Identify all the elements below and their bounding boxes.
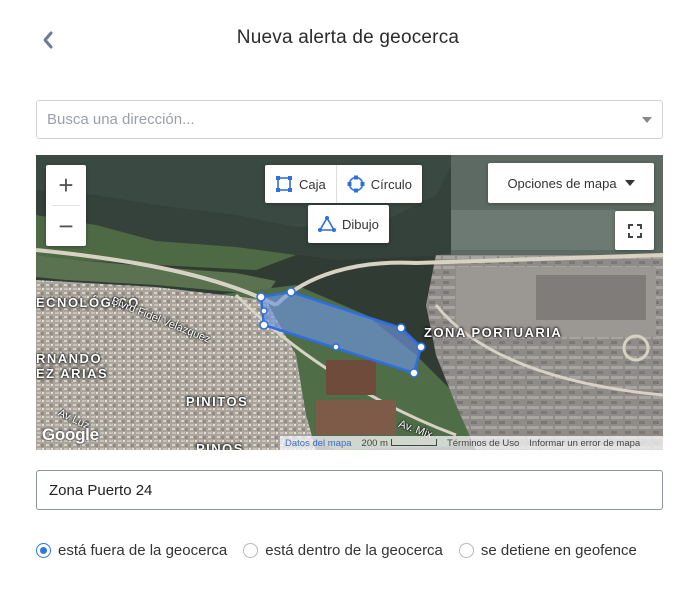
geofence-name-input[interactable] <box>37 471 647 509</box>
draw-polygon-label: Dibujo <box>342 216 379 232</box>
circle-icon <box>347 175 365 193</box>
chevron-down-icon[interactable] <box>642 117 652 123</box>
zoom-out-button[interactable]: − <box>46 206 86 246</box>
zoom-in-button[interactable]: + <box>46 165 86 205</box>
geofence-name-field[interactable] <box>36 470 663 510</box>
radio-inside-label: está dentro de la geocerca <box>265 542 443 559</box>
fullscreen-button[interactable] <box>615 211 654 250</box>
map-scale: 200 m <box>357 438 442 449</box>
address-search[interactable] <box>36 100 663 139</box>
map-label-pinos: PINOS <box>196 441 244 450</box>
header: Nueva alerta de geocerca <box>0 0 696 80</box>
report-error-link[interactable]: Informar un error de mapa <box>524 438 645 449</box>
draw-circle-label: Círculo <box>370 176 412 192</box>
draw-box-label: Caja <box>299 176 326 192</box>
draw-toolbar-bottom: Dibujo <box>308 205 389 243</box>
fullscreen-icon <box>627 223 642 238</box>
map[interactable]: + − Caja Círculo Dibujo Opciones de mapa… <box>36 155 663 450</box>
draw-polygon-button[interactable]: Dibujo <box>308 205 389 243</box>
zoom-control: + − <box>46 165 86 246</box>
terms-link[interactable]: Términos de Uso <box>442 438 524 449</box>
radio-outside-label: está fuera de la geocerca <box>58 542 228 559</box>
search-input[interactable] <box>37 101 597 138</box>
radio-stops[interactable]: se detiene en geofence <box>458 542 637 559</box>
map-label-zona-portuaria: ZONA PORTUARIA <box>424 325 563 340</box>
caret-down-icon <box>624 180 635 186</box>
radio-stops-label: se detiene en geofence <box>480 542 637 559</box>
google-logo: Google <box>42 425 99 444</box>
page-title: Nueva alerta de geocerca <box>236 27 460 48</box>
polygon-draw-icon <box>318 216 336 232</box>
map-label-arias: EZ ARIAS <box>36 366 109 381</box>
box-icon <box>276 176 292 192</box>
radio-outside-indicator[interactable] <box>36 543 51 558</box>
map-scale-label: 200 m <box>361 437 388 449</box>
map-data-link[interactable]: Datos del mapa <box>280 438 357 449</box>
map-options-label: Opciones de mapa <box>507 175 617 191</box>
radio-inside-indicator[interactable] <box>243 543 259 558</box>
map-label-pinitos: PINITOS <box>186 394 249 409</box>
radio-outside[interactable]: está fuera de la geocerca <box>36 542 227 559</box>
radio-stops-indicator[interactable] <box>458 543 474 558</box>
alert-condition-options: está fuera de la geocerca está dentro de… <box>36 542 653 559</box>
map-attribution: Datos del mapa 200 m Términos de Uso Inf… <box>280 436 663 450</box>
draw-toolbar-top: Caja Círculo <box>265 165 422 203</box>
map-label-fernando: RNANDO <box>36 351 103 366</box>
draw-box-button[interactable]: Caja <box>265 165 336 203</box>
map-options-button[interactable]: Opciones de mapa <box>488 163 654 203</box>
radio-inside[interactable]: está dentro de la geocerca <box>243 542 443 559</box>
scale-bar <box>390 439 437 447</box>
draw-circle-button[interactable]: Círculo <box>335 165 422 203</box>
